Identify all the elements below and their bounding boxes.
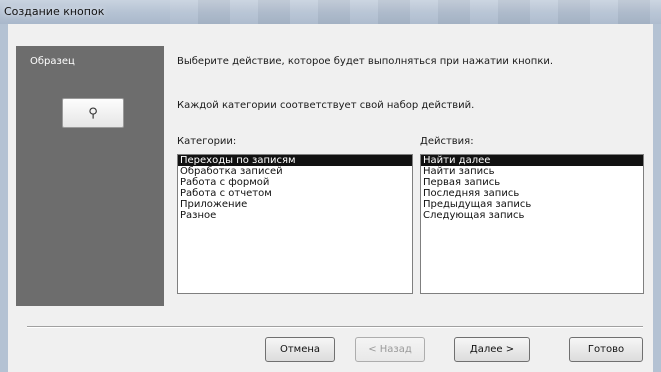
- list-item[interactable]: Предыдущая запись: [421, 199, 643, 210]
- binoculars-icon: ⚲: [88, 105, 98, 121]
- wizard-window: Создание кнопок Образец ⚲ Выберите дейст…: [0, 0, 661, 372]
- finish-button[interactable]: Готово: [569, 337, 643, 362]
- list-item[interactable]: Обработка записей: [178, 166, 412, 177]
- list-item[interactable]: Последняя запись: [421, 188, 643, 199]
- list-item[interactable]: Первая запись: [421, 177, 643, 188]
- window-title: Создание кнопок: [4, 5, 105, 18]
- separator: [27, 326, 643, 328]
- sample-label: Образец: [30, 56, 75, 67]
- list-item[interactable]: Разное: [178, 210, 412, 221]
- window-frame-left: [0, 24, 8, 372]
- back-button[interactable]: < Назад: [355, 337, 425, 362]
- list-item[interactable]: Следующая запись: [421, 210, 643, 221]
- categories-listbox[interactable]: Переходы по записям Обработка записей Рабо…: [177, 154, 413, 294]
- sample-preview-button: ⚲: [62, 98, 124, 128]
- wizard-client-area: Образец ⚲ Выберите действие, которое буд…: [8, 24, 653, 372]
- category-hint-text: Каждой категории соответствует свой набо…: [177, 100, 475, 111]
- sample-panel: Образец ⚲: [16, 46, 164, 306]
- list-item[interactable]: Найти запись: [421, 166, 643, 177]
- list-item[interactable]: Найти далее: [421, 155, 643, 166]
- list-item[interactable]: Переходы по записям: [178, 155, 412, 166]
- cancel-button[interactable]: Отмена: [265, 337, 335, 362]
- categories-label: Категории:: [177, 136, 237, 147]
- title-bar[interactable]: Создание кнопок: [0, 0, 661, 24]
- list-item[interactable]: Приложение: [178, 199, 412, 210]
- list-item[interactable]: Работа с формой: [178, 177, 412, 188]
- list-item[interactable]: Работа с отчетом: [178, 188, 412, 199]
- actions-listbox[interactable]: Найти далее Найти запись Первая запись Посл…: [420, 154, 644, 294]
- next-button[interactable]: Далее >: [454, 337, 530, 362]
- window-frame-right: [653, 24, 661, 372]
- instruction-text: Выберите действие, которое будет выполня…: [177, 56, 554, 67]
- actions-label: Действия:: [420, 136, 474, 147]
